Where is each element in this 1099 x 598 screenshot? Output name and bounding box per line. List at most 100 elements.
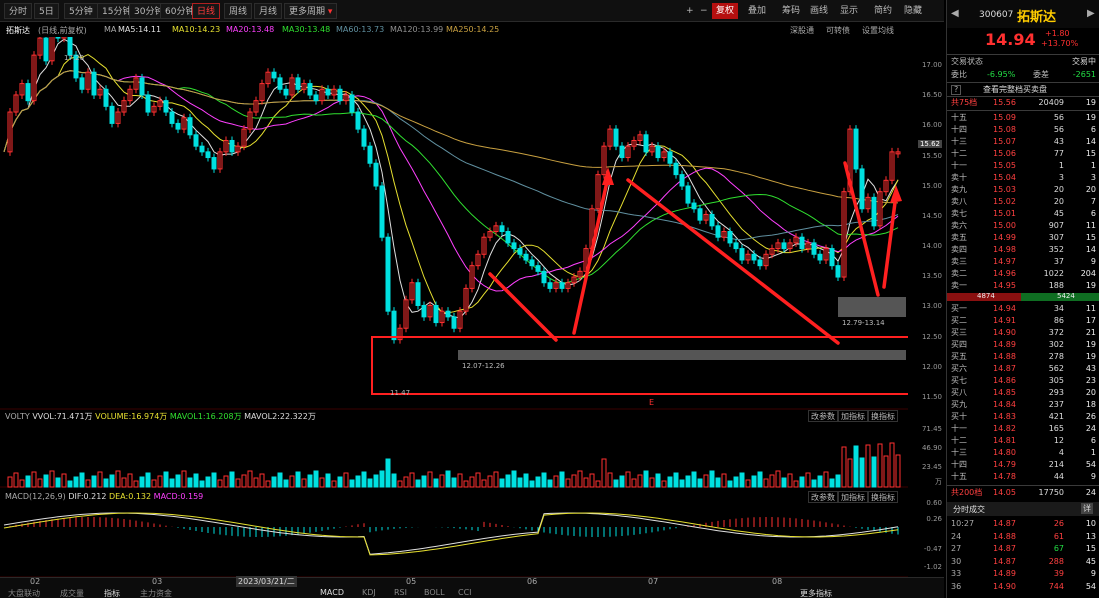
tab-5day[interactable]: 5日 <box>34 3 59 19</box>
volume-bar <box>199 480 205 488</box>
tab-more-periods[interactable]: 更多周期 ▾ <box>284 3 338 19</box>
bid-level-row[interactable]: 买十 14.83 421 26 <box>947 412 1099 422</box>
price-tick: 12.00 <box>921 363 942 371</box>
bid-level-row[interactable]: 买一 14.94 34 11 <box>947 304 1099 314</box>
display-button[interactable]: 显示 <box>836 3 862 19</box>
ask-level-row[interactable]: 十五 15.09 56 19 <box>947 113 1099 123</box>
tick-volume: 67 <box>1053 544 1064 554</box>
volume-bar <box>565 478 571 488</box>
bid-level-row[interactable]: 买四 14.89 302 19 <box>947 340 1099 350</box>
bid-level-row[interactable]: 买二 14.91 86 17 <box>947 316 1099 326</box>
price-tick: 13.00 <box>921 302 942 310</box>
level-price: 15.05 <box>993 161 1016 170</box>
simple-button[interactable]: 简约 <box>870 3 896 19</box>
volume-bar <box>487 475 493 488</box>
tick-count: 15 <box>1085 544 1096 554</box>
next-stock-icon[interactable]: ▶ <box>1087 8 1095 19</box>
volume-bar <box>619 475 625 488</box>
level-count: 1 <box>1090 161 1096 170</box>
macd-add-indicator-button[interactable]: 加指标 <box>838 491 868 503</box>
bid-level-row[interactable]: 十五 14.78 44 9 <box>947 472 1099 482</box>
tab-volume[interactable]: 成交量 <box>60 588 84 598</box>
bid-level-row[interactable]: 买六 14.87 562 43 <box>947 364 1099 374</box>
ask-level-row[interactable]: 十四 15.08 56 6 <box>947 125 1099 135</box>
volume-bar <box>655 473 661 488</box>
bid-level-row[interactable]: 买七 14.86 305 23 <box>947 376 1099 386</box>
level-volume: 34 <box>1053 304 1064 313</box>
tab-boll[interactable]: BOLL <box>424 588 445 597</box>
prev-stock-icon[interactable]: ◀ <box>951 8 959 19</box>
vol-switch-indicator-button[interactable]: 换指标 <box>868 410 898 422</box>
tab-main-funds[interactable]: 主力资金 <box>140 588 172 598</box>
bid-level-row[interactable]: 买九 14.84 237 18 <box>947 400 1099 410</box>
zoom-out-icon[interactable]: − <box>696 3 712 19</box>
ticks-detail-button[interactable]: 详 <box>1081 503 1093 514</box>
tick-row: 30 14.87 288 45 <box>947 557 1099 567</box>
volume-bar <box>235 478 241 488</box>
volume-bar <box>631 478 637 488</box>
tab-weekly[interactable]: 周线 <box>224 3 253 19</box>
macd-switch-indicator-button[interactable]: 换指标 <box>868 491 898 503</box>
bid-level-row[interactable]: 买三 14.90 372 21 <box>947 328 1099 338</box>
bid-level-row[interactable]: 十三 14.80 4 1 <box>947 448 1099 458</box>
tab-rsi[interactable]: RSI <box>394 588 407 597</box>
ma120-value: MA120:13.99 <box>390 25 444 34</box>
bid-level-row[interactable]: 买五 14.88 278 19 <box>947 352 1099 362</box>
full-book-row[interactable]: ? 查看完整档买卖盘 <box>947 85 1099 95</box>
ask-level-row[interactable]: 卖一 14.95 188 19 <box>947 281 1099 291</box>
ma-settings-button[interactable]: 设置均线 <box>862 25 894 36</box>
overlay-button[interactable]: 叠加 <box>744 3 770 19</box>
tab-kdj[interactable]: KDJ <box>362 588 376 597</box>
tab-more-indicators[interactable]: 更多指标 <box>800 588 832 598</box>
ask-level-row[interactable]: 十三 15.07 43 14 <box>947 137 1099 147</box>
ask-level-row[interactable]: 卖九 15.03 20 20 <box>947 185 1099 195</box>
hk-connect-link[interactable]: 深股通 <box>790 25 814 36</box>
bid-level-row[interactable]: 十四 14.79 214 54 <box>947 460 1099 470</box>
convertible-link[interactable]: 可转债 <box>826 25 850 36</box>
ask-level-row[interactable]: 卖六 15.00 907 11 <box>947 221 1099 231</box>
indicator-tabbar: 02 03 2023/03/21/二 05 06 07 08 大盘联动 成交量 … <box>0 576 944 598</box>
ask-level-row[interactable]: 卖十 15.04 3 3 <box>947 173 1099 183</box>
vol-add-indicator-button[interactable]: 加指标 <box>838 410 868 422</box>
stock-name: 拓斯达 <box>6 26 30 35</box>
draw-line-button[interactable]: 画线 <box>806 3 832 19</box>
bid-level-row[interactable]: 十二 14.81 12 6 <box>947 436 1099 446</box>
help-icon[interactable]: ? <box>951 85 962 95</box>
chips-button[interactable]: 筹码 <box>778 3 804 19</box>
tab-cci[interactable]: CCI <box>458 588 472 597</box>
tab-macd[interactable]: MACD <box>320 588 344 597</box>
volume-bar <box>733 476 739 488</box>
volume-bar <box>589 473 595 488</box>
bid-level-row[interactable]: 十一 14.82 165 24 <box>947 424 1099 434</box>
trade-status-row: 交易状态 交易中 <box>947 57 1099 67</box>
ask-level-row[interactable]: 十一 15.05 1 1 <box>947 161 1099 171</box>
vol-params-button[interactable]: 改参数 <box>808 410 838 422</box>
ma30-value: MA30:13.48 <box>282 25 331 34</box>
hide-button[interactable]: 隐藏 <box>900 3 926 19</box>
tab-indicator[interactable]: 指标 <box>104 588 120 598</box>
tab-5min[interactable]: 5分钟 <box>64 3 98 19</box>
tab-market-link[interactable]: 大盘联动 <box>8 588 40 598</box>
ask-level-row[interactable]: 卖八 15.02 20 7 <box>947 197 1099 207</box>
bid-level-row[interactable]: 买八 14.85 293 20 <box>947 388 1099 398</box>
volume-bar <box>373 474 379 488</box>
tab-intraday[interactable]: 分时 <box>4 3 33 19</box>
macd-tick: 0.60 <box>926 499 942 507</box>
ask-level-row[interactable]: 卖四 14.98 352 14 <box>947 245 1099 255</box>
macd-params-button[interactable]: 改参数 <box>808 491 838 503</box>
full-book-link[interactable]: 查看完整档买卖盘 <box>983 85 1047 95</box>
level-volume: 56 <box>1053 113 1064 122</box>
volume-bar <box>349 479 355 488</box>
tab-daily[interactable]: 日线 <box>192 3 221 19</box>
ask-level-row[interactable]: 十二 15.06 77 15 <box>947 149 1099 159</box>
ask-level-row[interactable]: 卖二 14.96 1022 204 <box>947 269 1099 279</box>
macd-legend-title: MACD(12,26,9) <box>5 492 66 501</box>
vol-legend-title: VOLTY <box>5 412 30 421</box>
level-label: 十一 <box>951 424 967 433</box>
volume-bar <box>727 480 733 488</box>
ask-level-row[interactable]: 卖七 15.01 45 6 <box>947 209 1099 219</box>
ask-level-row[interactable]: 卖五 14.99 307 15 <box>947 233 1099 243</box>
adjust-button[interactable]: 复权 <box>712 3 739 19</box>
tab-monthly[interactable]: 月线 <box>254 3 283 19</box>
ask-level-row[interactable]: 卖三 14.97 37 9 <box>947 257 1099 267</box>
